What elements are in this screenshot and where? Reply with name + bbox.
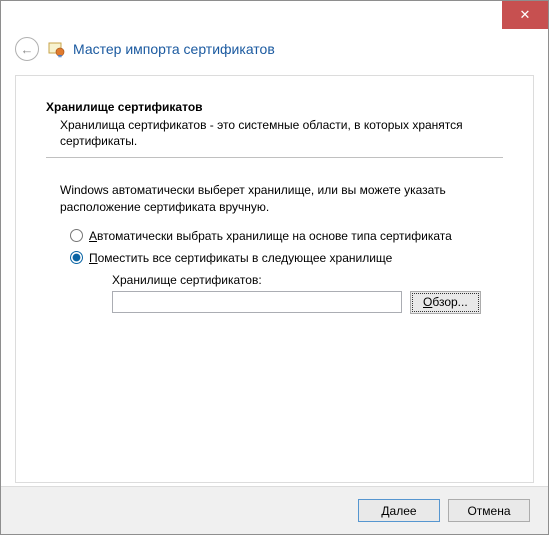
- radio-auto-input[interactable]: [70, 229, 83, 242]
- wizard-title: Мастер импорта сертификатов: [73, 41, 275, 57]
- intro-text: Windows автоматически выберет хранилище,…: [60, 182, 503, 214]
- close-button[interactable]: ✕: [502, 1, 548, 29]
- wizard-content: Хранилище сертификатов Хранилища сертифи…: [15, 75, 534, 483]
- store-field-row: Обзор...: [112, 291, 503, 314]
- browse-button[interactable]: Обзор...: [410, 291, 481, 314]
- wizard-header: ← Мастер импорта сертификатов: [1, 29, 548, 75]
- radio-auto-label: Автоматически выбрать хранилище на основ…: [89, 229, 452, 243]
- store-path-input[interactable]: [112, 291, 402, 313]
- section-description: Хранилища сертификатов - это системные о…: [60, 117, 503, 149]
- back-button[interactable]: ←: [15, 37, 39, 61]
- cancel-button[interactable]: Отмена: [448, 499, 530, 522]
- back-arrow-icon: ←: [21, 42, 34, 57]
- radio-manual-select[interactable]: Поместить все сертификаты в следующее хр…: [70, 251, 503, 265]
- store-field-label: Хранилище сертификатов:: [112, 273, 503, 287]
- radio-auto-select[interactable]: Автоматически выбрать хранилище на основ…: [70, 229, 503, 243]
- radio-manual-input[interactable]: [70, 251, 83, 264]
- certificate-wizard-icon: [47, 40, 65, 58]
- close-icon: ✕: [520, 7, 531, 23]
- store-option-group: Автоматически выбрать хранилище на основ…: [70, 229, 503, 314]
- divider: [46, 157, 503, 158]
- wizard-footer: Далее Отмена: [1, 486, 548, 534]
- titlebar: ✕: [1, 1, 548, 29]
- section-heading: Хранилище сертификатов: [46, 100, 503, 114]
- store-field-block: Хранилище сертификатов: Обзор...: [112, 273, 503, 314]
- radio-manual-label: Поместить все сертификаты в следующее хр…: [89, 251, 392, 265]
- next-button[interactable]: Далее: [358, 499, 440, 522]
